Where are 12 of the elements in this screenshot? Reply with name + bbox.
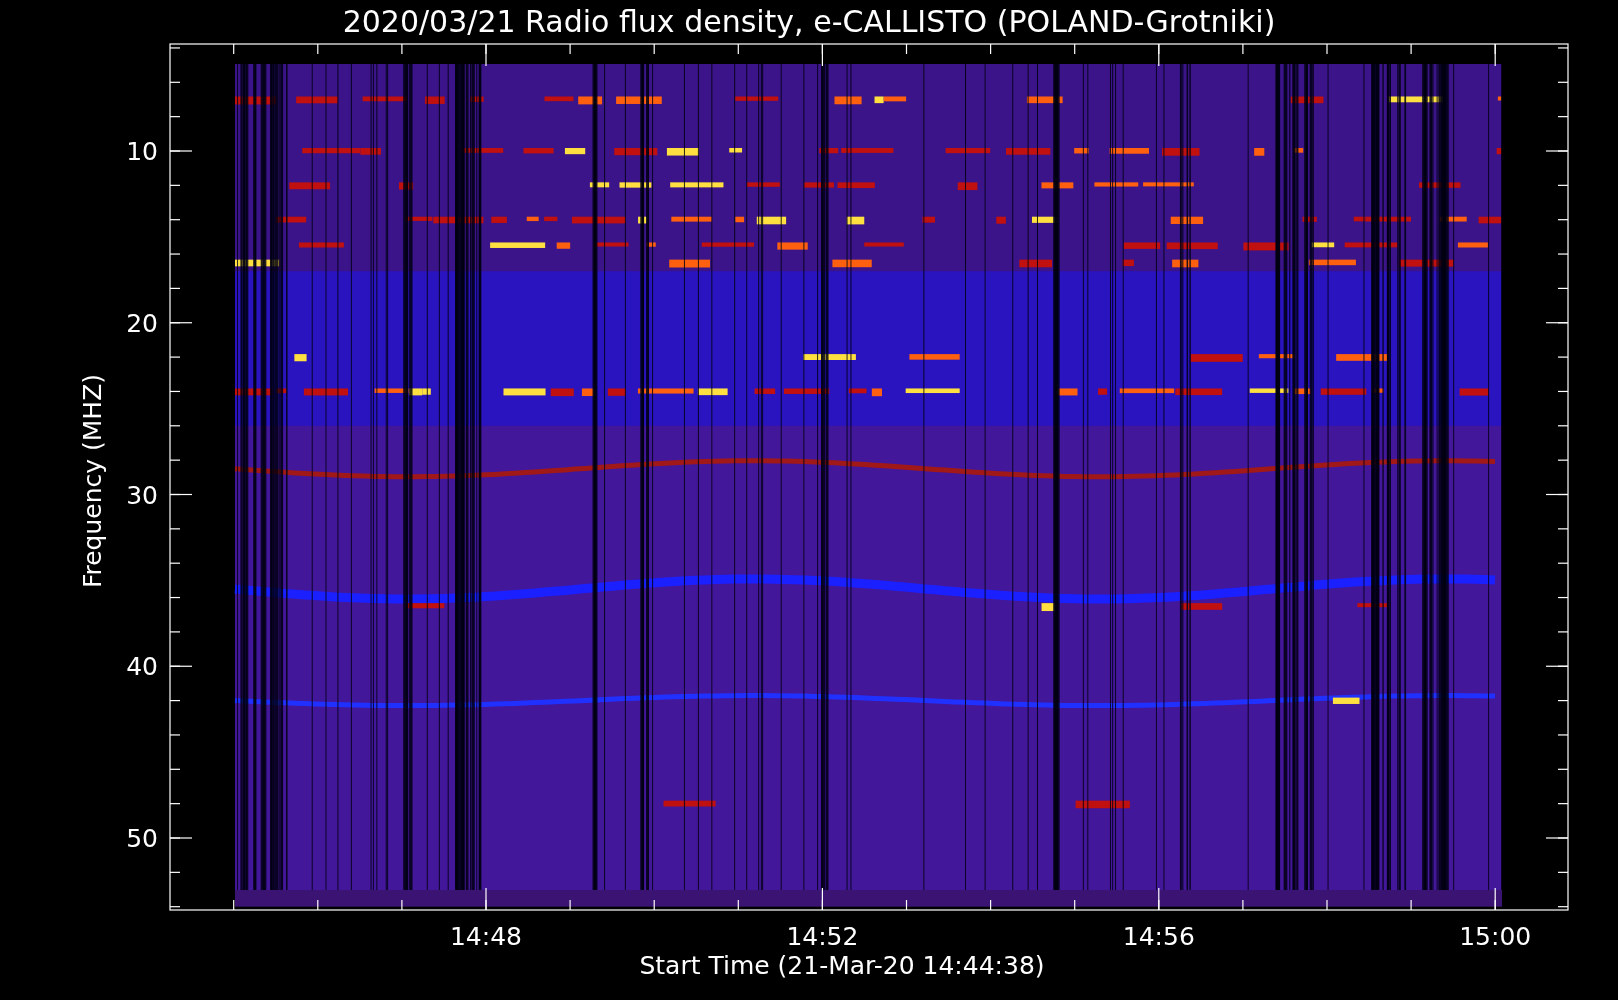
x-tick-label: 14:56 <box>1122 922 1195 951</box>
y-tick-label: 10 <box>126 137 158 166</box>
x-axis-label: Start Time (21-Mar-20 14:44:38) <box>639 951 1045 980</box>
plot-title: 2020/03/21 Radio flux density, e-CALLISTO (POLAND-Grotniki) <box>342 4 1276 39</box>
x-tick-label: 15:00 <box>1459 922 1532 951</box>
x-tick-label: 14:48 <box>450 922 522 951</box>
y-tick-label: 20 <box>126 308 158 338</box>
y-axis-label: Frequency (MHZ) <box>78 373 107 589</box>
x-tick-label: 14:52 <box>786 922 859 951</box>
y-tick-label: 30 <box>126 480 158 510</box>
y-tick-label: 50 <box>126 824 158 853</box>
y-tick-label: 40 <box>126 652 158 682</box>
